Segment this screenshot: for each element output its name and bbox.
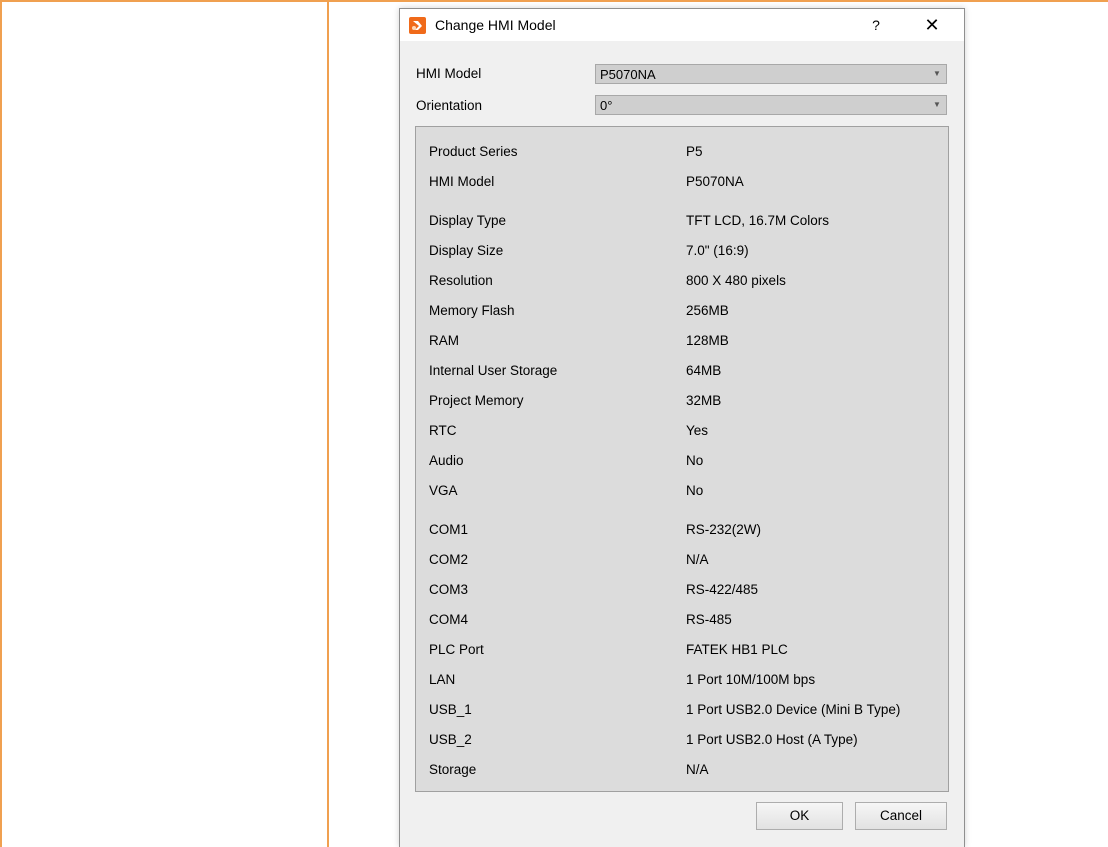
spec-value: TFT LCD, 16.7M Colors <box>686 213 830 228</box>
spec-value: No <box>686 483 704 498</box>
spec-key: Product Series <box>429 144 518 159</box>
model-spec-panel: Product Series P5 HMI Model P5070NA Disp… <box>415 126 949 792</box>
chevron-down-icon[interactable]: ▼ <box>931 96 943 114</box>
spec-key: PLC Port <box>429 642 484 657</box>
spec-key: HMI Model <box>429 174 495 189</box>
spec-row: Project Memory 32MB <box>416 393 948 415</box>
dialog-titlebar: Change HMI Model ? ✕ <box>400 9 964 41</box>
spec-row: USB_2 1 Port USB2.0 Host (A Type) <box>416 732 948 754</box>
dialog-title: Change HMI Model <box>435 17 556 33</box>
help-button[interactable]: ? <box>856 13 896 37</box>
spec-row: Audio No <box>416 453 948 475</box>
spec-key: LAN <box>429 672 456 687</box>
hmi-model-label: HMI Model <box>416 66 482 81</box>
spec-key: COM4 <box>429 612 469 627</box>
spec-key: Display Size <box>429 243 504 258</box>
close-button[interactable]: ✕ <box>912 13 952 37</box>
document-table-border-middle <box>327 0 329 847</box>
spec-key: COM3 <box>429 582 469 597</box>
spec-row: Resolution 800 X 480 pixels <box>416 273 948 295</box>
spec-row: Display Type TFT LCD, 16.7M Colors <box>416 213 948 235</box>
spec-value: 7.0" (16:9) <box>686 243 749 258</box>
orientation-select-value: 0° <box>600 98 613 113</box>
spec-value: No <box>686 453 704 468</box>
spec-key: COM1 <box>429 522 469 537</box>
hmi-model-select-value: P5070NA <box>600 67 656 82</box>
spec-row: COM1 RS-232(2W) <box>416 522 948 544</box>
spec-row: COM4 RS-485 <box>416 612 948 634</box>
spec-row: RTC Yes <box>416 423 948 445</box>
spec-row: Product Series P5 <box>416 144 948 166</box>
spec-value: 800 X 480 pixels <box>686 273 786 288</box>
spec-value: P5 <box>686 144 703 159</box>
spec-value: 32MB <box>686 393 722 408</box>
spec-value: P5070NA <box>686 174 744 189</box>
spec-row: COM3 RS-422/485 <box>416 582 948 604</box>
spec-value: 128MB <box>686 333 729 348</box>
orientation-select[interactable]: 0° ▼ <box>595 95 947 115</box>
chevron-down-icon[interactable]: ▼ <box>931 65 943 83</box>
spec-value: RS-422/485 <box>686 582 759 597</box>
change-hmi-model-dialog: Change HMI Model ? ✕ HMI Model P5070NA ▼… <box>399 8 965 847</box>
spec-row: Memory Flash 256MB <box>416 303 948 325</box>
cancel-button[interactable]: Cancel <box>855 802 947 830</box>
spec-value: RS-485 <box>686 612 732 627</box>
spec-key: Audio <box>429 453 464 468</box>
spec-row: VGA No <box>416 483 948 505</box>
spec-key: USB_1 <box>429 702 472 717</box>
spec-key: Internal User Storage <box>429 363 558 378</box>
spec-row: PLC Port FATEK HB1 PLC <box>416 642 948 664</box>
spec-key: RTC <box>429 423 457 438</box>
spec-value: FATEK HB1 PLC <box>686 642 788 657</box>
document-table-border-top <box>0 0 1108 2</box>
spec-row: Display Size 7.0" (16:9) <box>416 243 948 265</box>
spec-key: Display Type <box>429 213 507 228</box>
spec-row: RAM 128MB <box>416 333 948 355</box>
spec-value: 256MB <box>686 303 729 318</box>
spec-key: COM2 <box>429 552 469 567</box>
spec-row: Storage N/A <box>416 762 948 784</box>
spec-value: Yes <box>686 423 709 438</box>
spec-row: LAN 1 Port 10M/100M bps <box>416 672 948 694</box>
ok-button[interactable]: OK <box>756 802 843 830</box>
spec-row: Internal User Storage 64MB <box>416 363 948 385</box>
spec-value: N/A <box>686 552 709 567</box>
spec-value: RS-232(2W) <box>686 522 762 537</box>
orientation-label: Orientation <box>416 98 483 113</box>
spec-key: Resolution <box>429 273 493 288</box>
spec-value: N/A <box>686 762 709 777</box>
spec-key: VGA <box>429 483 458 498</box>
spec-row: HMI Model P5070NA <box>416 174 948 196</box>
spec-key: Memory Flash <box>429 303 515 318</box>
hmi-model-select[interactable]: P5070NA ▼ <box>595 64 947 84</box>
spec-row: USB_1 1 Port USB2.0 Device (Mini B Type) <box>416 702 948 724</box>
spec-key: Project Memory <box>429 393 524 408</box>
spec-key: USB_2 <box>429 732 472 747</box>
spec-key: Storage <box>429 762 477 777</box>
spec-row: COM2 N/A <box>416 552 948 574</box>
spec-value: 1 Port 10M/100M bps <box>686 672 816 687</box>
app-logo-icon <box>409 17 426 34</box>
spec-value: 64MB <box>686 363 722 378</box>
spec-value: 1 Port USB2.0 Device (Mini B Type) <box>686 702 901 717</box>
spec-value: 1 Port USB2.0 Host (A Type) <box>686 732 858 747</box>
document-table-border-left <box>0 0 2 847</box>
spec-key: RAM <box>429 333 459 348</box>
